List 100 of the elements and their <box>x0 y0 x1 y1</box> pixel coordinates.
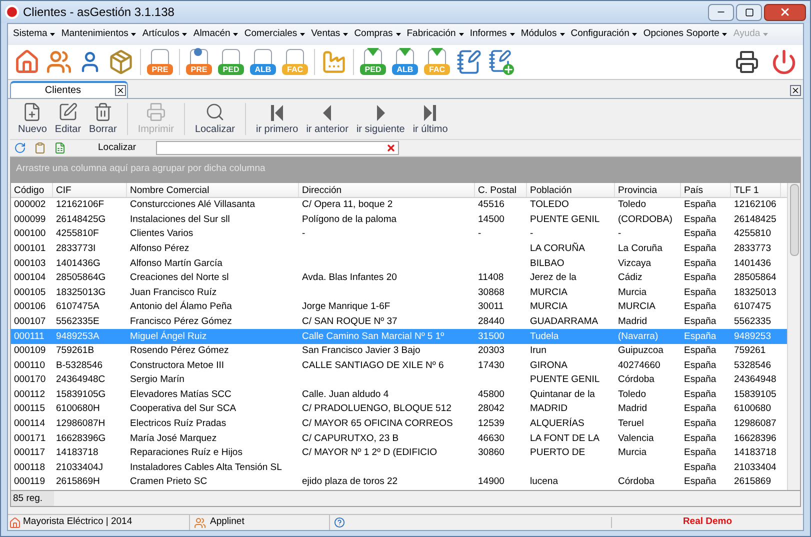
table-row[interactable]: 000002 12162106F Consturcciones Alé Villasanta C/ Opera 11, boque 2 45516 TOLEDO Toledo España 12162106 <box>11 198 787 213</box>
search-icon <box>204 102 225 122</box>
toolbar-button[interactable]: Editar <box>50 101 86 137</box>
column-header[interactable]: Código <box>11 183 53 197</box>
toolbar-button[interactable]: Borrar <box>85 101 121 137</box>
menu-item[interactable]: Fabricación <box>404 27 466 42</box>
column-header[interactable]: CIF <box>53 183 127 197</box>
table-row[interactable]: 000114 12986087H Electricos Ruíz Pradas C/ MAYOR 65 OFICINA CORREOS 12539 ALQUERÍAS Teruel España 12986087 <box>11 416 787 432</box>
table-cell-text: 6107475 <box>733 300 772 314</box>
table-cell-text: - <box>301 227 306 242</box>
table-cell-text: 000099 <box>13 212 47 227</box>
table-cell-text: Valencia <box>617 432 655 446</box>
clipboard-icon[interactable] <box>34 142 46 154</box>
menu-item[interactable]: Sistema <box>11 27 58 42</box>
spreadsheet-icon[interactable] <box>54 142 66 154</box>
home-icon[interactable] <box>14 49 40 75</box>
table-cell-text: 1401436 <box>733 256 772 271</box>
menu-item[interactable]: Mantenimientos <box>59 27 138 42</box>
close-button[interactable] <box>764 4 806 20</box>
column-header[interactable]: País <box>681 183 731 197</box>
table-cell-text: C/ MAYOR Nº 1 2º D (EDIFICIO <box>301 446 438 460</box>
table-cell-text: C/ Opera 11, boque 2 <box>301 198 394 212</box>
printer-icon[interactable] <box>735 50 759 74</box>
column-header[interactable]: Provincia <box>615 183 681 197</box>
table-row[interactable]: 000105 18325013G Juan Francisco Ruíz 30868 MURCIA Murcia España 18325013 <box>11 286 787 300</box>
column-header[interactable]: Dirección <box>299 183 475 197</box>
toolbar-button[interactable]: ir anterior <box>302 101 352 137</box>
table-cell-text: Córdoba <box>617 373 656 388</box>
table-cell-text: España <box>683 432 718 446</box>
menu-item[interactable]: Almacén <box>191 27 240 42</box>
toolbar-button[interactable]: ir siguiente <box>352 101 409 137</box>
document-tab[interactable]: Clientes <box>10 81 128 98</box>
clear-icon[interactable] <box>386 143 396 153</box>
mode-label: Real Demo <box>682 515 732 530</box>
menu-item[interactable]: Compras <box>352 27 403 42</box>
table-cell-text: Antonio del Álamo Peña <box>129 300 233 314</box>
table-cell-text: 24364948 <box>733 373 778 388</box>
table-cell-text: La Coruña <box>617 242 664 256</box>
table-row[interactable]: 000115 6100680H Cooperativa del Sur SCA C/ PRADOLUENGO, BLOQUE 512 28042 MADRID Madrid España 6100680 <box>11 402 787 417</box>
table-row[interactable]: 000106 6107475A Antonio del Álamo Peña Jorge Manrique 1-6F 30011 MURCIA MURCIA España 6107475 <box>11 300 787 315</box>
column-header[interactable]: Nombre Comercial <box>127 183 299 197</box>
table-cell-text: Clientes Varios <box>129 227 194 242</box>
table-row[interactable]: 000170 24364948C Sergio Marín PUENTE GENIL Córdoba España 24364948 <box>11 373 787 388</box>
group-hint: Arrastre una columna aquí para agrupar por dicha columna <box>16 162 266 176</box>
column-header[interactable]: C. Postal <box>475 183 527 197</box>
table-row[interactable]: 000110 B-5328546 Constructora Metoe III CALLE SANTIAGO DE XILE Nº 6 17430 GIRONA 40274660 España 5328546 <box>11 358 787 374</box>
box-icon[interactable] <box>108 49 134 75</box>
menu-item[interactable]: Configuración <box>568 27 640 42</box>
menu-item[interactable]: Opciones Soporte <box>641 27 730 42</box>
column-header[interactable]: Población <box>527 183 615 197</box>
table-row[interactable]: 000099 26148425G Instalaciones del Sur sll Polígono de la paloma 14500 PUENTE GENIL (CORDOBA) España 26148425 <box>11 212 787 228</box>
table-cell-text: - <box>477 227 482 242</box>
table-cell-text: 759261B <box>55 344 96 358</box>
menu-item[interactable]: Informes <box>468 27 517 42</box>
table-cell-text: España <box>683 286 718 300</box>
table-row[interactable]: 000118 21033404J Instaladores Cables Alta Tensión SL España 21033404 <box>11 460 787 476</box>
table-row[interactable]: 000171 16628396G María José Marquez C/ CAPURUTXO, 23 B 46630 LA FONT DE LA Valencia España 16628396 <box>11 432 787 446</box>
power-icon[interactable] <box>771 49 797 75</box>
close-icon[interactable] <box>790 85 801 96</box>
notebook-icon[interactable] <box>456 49 482 75</box>
table-row[interactable]: 000103 1401436G Alfonso Martín García BILBAO Vizcaya España 1401436 <box>11 256 787 271</box>
table-row[interactable]: 000101 2833773I Alfonso Pérez LA CORUÑA La Coruña España 2833773 <box>11 242 787 256</box>
table-row[interactable]: 000100 4255810F Clientes Varios - - - - España 4255810 <box>11 227 787 242</box>
help-icon[interactable] <box>334 517 345 528</box>
menu-item[interactable]: Ventas <box>309 27 350 42</box>
notebook-add-icon[interactable] <box>488 49 514 75</box>
toolbar-button[interactable]: ir primero <box>252 101 302 137</box>
table-row[interactable]: 000104 28505864G Creaciones del Norte sl Avda. Blas Infantes 20 11408 Jerez de la Cádiz España 28505864 <box>11 270 787 286</box>
toolbar-button[interactable]: Localizar <box>190 101 239 137</box>
table-cell-text: Toledo <box>617 198 647 212</box>
factory-icon[interactable] <box>321 49 347 75</box>
table-cell-text: 11408 <box>477 271 505 286</box>
maximize-button[interactable] <box>736 4 762 20</box>
menu-item[interactable]: Comerciales <box>242 27 308 42</box>
table-cell-text: 14183718 <box>55 446 100 460</box>
table-cell-text: 9489253A <box>55 330 100 344</box>
close-icon[interactable] <box>115 85 126 96</box>
search-field[interactable] <box>156 141 399 155</box>
table-cell-text: 5562335E <box>55 314 100 329</box>
toolbar-button[interactable]: Nuevo <box>14 101 51 137</box>
toolbar-button[interactable]: ir último <box>408 101 452 137</box>
refresh-icon[interactable] <box>14 142 26 154</box>
menu-item[interactable]: Artículos <box>140 27 190 42</box>
caret-icon <box>300 33 306 36</box>
table-cell-text: 46630 <box>477 432 506 446</box>
table-cell-text: MADRID <box>529 402 568 416</box>
scrollbar[interactable] <box>787 183 800 490</box>
table-row[interactable]: 000109 759261B Rosendo Pérez Gómez San Francisco Javier 3 Bajo 20303 Irun Guipuzcoa España 759261 <box>11 344 787 359</box>
table-row[interactable]: 000107 5562335E Francisco Pérez Gómez C/ SAN ROQUE Nº 37 28440 GUADARRAMA Madrid España 5562335 <box>11 314 787 330</box>
table-row[interactable]: 000112 15839105G Elevadores Matías SCC Calle. Juan aldudo 4 45800 Quintanar de la Toledo España 15839105 <box>11 388 787 402</box>
caret-icon <box>343 33 348 36</box>
table-row[interactable]: 000119 2615869H Cramen Prieto SC ejido plaza de toros 22 14900 lucena Córdoba España 2615869 <box>11 475 787 490</box>
table-cell-text: Cádiz <box>617 271 644 286</box>
menu-item[interactable]: Módulos <box>518 27 567 42</box>
people-icon[interactable] <box>46 49 72 75</box>
column-header[interactable]: TLF 1 <box>731 183 781 197</box>
next-icon <box>376 104 386 122</box>
table-cell-text: San Francisco Javier 3 Bajo <box>301 344 422 358</box>
table-row[interactable]: 000117 14183718 Reparaciones Ruíz e Hijos C/ MAYOR Nº 1 2º D (EDIFICIO 30860 PUERTO DE Murcia España 14183718 <box>11 446 787 461</box>
table-cell-text: Elevadores Matías SCC <box>129 388 232 402</box>
